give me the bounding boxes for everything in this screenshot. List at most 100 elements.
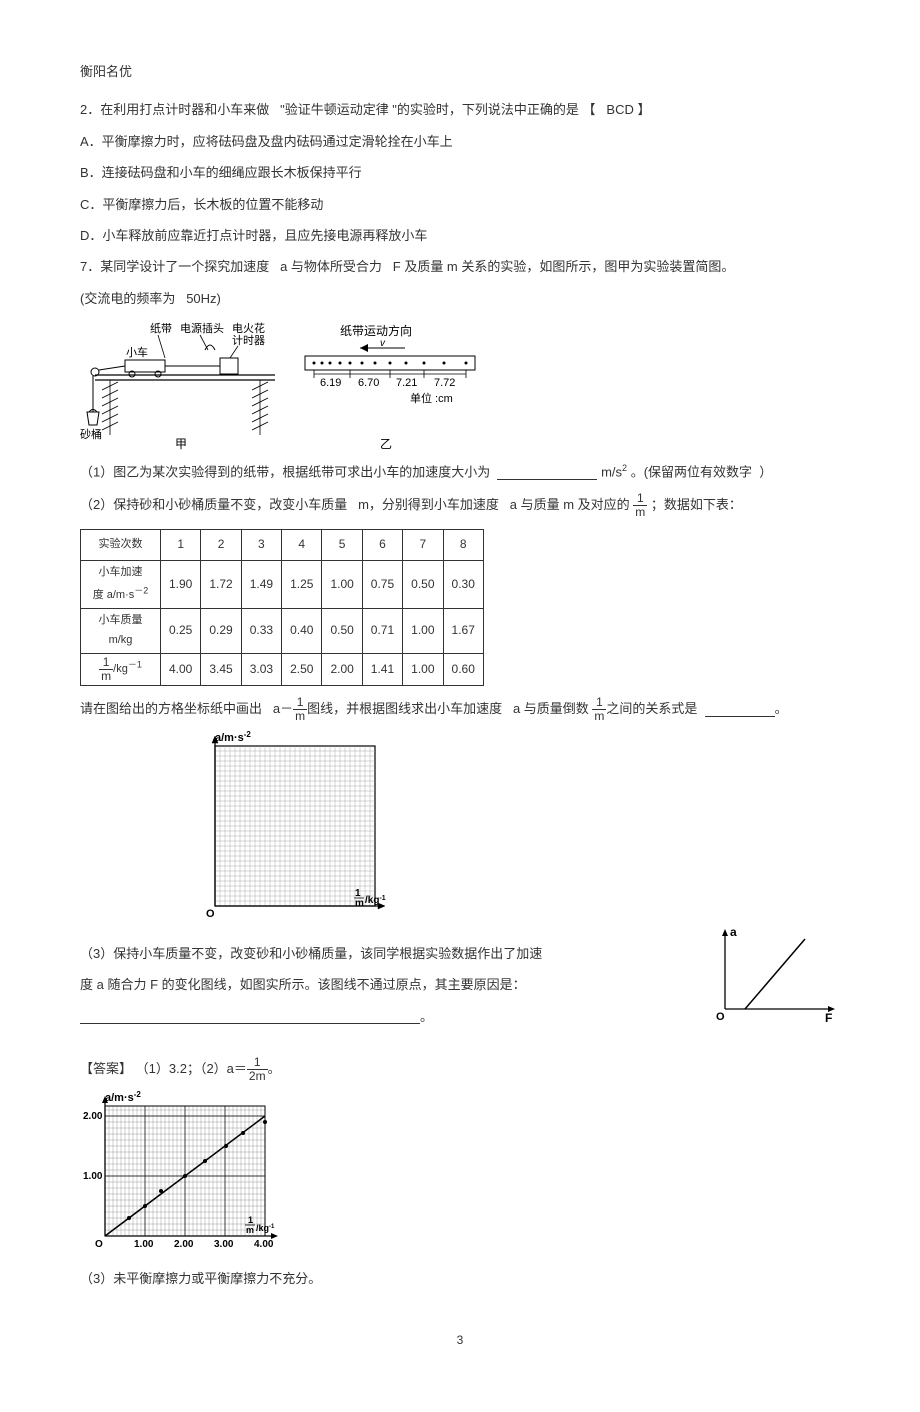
svg-text:v: v (380, 338, 386, 349)
q2-option-c: C．平衡摩擦力后，长木板的位置不能移动 (80, 193, 840, 216)
hdr-trial: 实验次数 (81, 530, 161, 561)
svg-text:3.00: 3.00 (214, 1239, 234, 1250)
q7-stem: 7．某同学设计了一个探究加速度 a 与物体所受合力 F 及质量 m 关系的实验，… (80, 255, 840, 278)
q7-stem-c-text: F 及质量 m 关系的实验，如图所示，图甲为实验装置简图。 (393, 259, 735, 274)
q7-p1b-text: m/s (601, 464, 622, 479)
q7-p3a: （3）保持小车质量不变，改变砂和小砂桶质量，该同学根据实验数据作出了加速 (80, 942, 670, 965)
hdr-invmass: 1m/kg－1 (81, 653, 161, 685)
q7-p2a: （2）保持砂和小砂桶质量不变，改变小车质量 (80, 497, 347, 512)
svg-text:1.00: 1.00 (83, 1171, 103, 1182)
q2-stem-a-text: 2．在利用打点计时器和小车来做 (80, 102, 269, 117)
svg-text:乙: 乙 (380, 437, 392, 450)
answer-a1: （1）3.2；（2）a＝ (136, 1061, 247, 1076)
cell: 4 (282, 530, 322, 561)
blank-relation[interactable] (705, 703, 775, 717)
blank-reason[interactable] (80, 1010, 420, 1024)
answer-plot: a/m·s-2 (80, 1091, 840, 1258)
svg-text:4.00: 4.00 (254, 1239, 274, 1250)
q7-p2j: 。 (775, 701, 788, 716)
cell: 1.00 (403, 609, 443, 654)
cell: 2.50 (282, 653, 322, 685)
q2-stem-b-text: "验证牛顿运动定律 "的实验时，下列说法中正确的是 (280, 102, 579, 117)
q7-stem-d: (交流电的频率为 50Hz) (80, 287, 840, 310)
cell: 1.49 (241, 560, 281, 608)
page-header: 衡阳名优 (80, 60, 840, 83)
q7-part2: （2）保持砂和小砂桶质量不变，改变小车质量 m，分别得到小车加速度 a 与质量 … (80, 492, 840, 519)
cell: 0.29 (201, 609, 241, 654)
cell: 3 (241, 530, 281, 561)
tape-diagram: 纸带运动方向 v 6.19 6.70 7.21 7.72 单位 :cm 乙 (300, 320, 480, 450)
q7-p2d: ；数据如下表： (651, 497, 742, 512)
svg-text:6.19: 6.19 (320, 377, 341, 389)
cell: 1.41 (362, 653, 402, 685)
cell: 2.00 (322, 653, 362, 685)
cell: 0.25 (161, 609, 201, 654)
svg-text:2.00: 2.00 (83, 1111, 103, 1122)
answer-label: 【答案】 (80, 1061, 132, 1076)
blank-accel[interactable] (497, 466, 597, 480)
q7-p1d-text: ） (759, 464, 772, 479)
q7-p2e: 请在图给出的方格坐标纸中画出 (80, 701, 262, 716)
svg-text:单位 :cm: 单位 :cm (410, 391, 453, 405)
cell: 1 (161, 530, 201, 561)
svg-text:甲: 甲 (175, 437, 187, 450)
svg-text:1.00: 1.00 (134, 1239, 154, 1250)
cell: 1.00 (322, 560, 362, 608)
frac-1m-2: 1m (293, 696, 307, 723)
table-row: 小车加速度 a/m·s－2 1.90 1.72 1.49 1.25 1.00 0… (81, 560, 484, 608)
q7-part1: （1）图乙为某次实验得到的纸带，根据纸带可求出小车的加速度大小为 m/s2 。(… (80, 460, 840, 484)
svg-text:6.70: 6.70 (358, 377, 379, 389)
cell: 5 (322, 530, 362, 561)
q7-p1a-text: （1）图乙为某次实验得到的纸带，根据纸带可求出小车的加速度大小为 (80, 464, 490, 479)
svg-text:纸带运动方向: 纸带运动方向 (340, 323, 412, 338)
table-row: 实验次数 1 2 3 4 5 6 7 8 (81, 530, 484, 561)
svg-text:O: O (716, 1011, 725, 1023)
q7-p2i: 之间的关系式是 (606, 701, 697, 716)
frac-1m-1: 1m (633, 492, 647, 519)
q7-p2h: a 与质量倒数 (513, 701, 589, 716)
cell: 6 (362, 530, 402, 561)
svg-text:a/m·s-2: a/m·s-2 (105, 1091, 141, 1104)
svg-text:计时器: 计时器 (232, 334, 265, 347)
cell: 1.00 (403, 653, 443, 685)
q7-p2c: a 与质量 m 及对应的 (510, 497, 630, 512)
q7-stem-b-text: a 与物体所受合力 (280, 259, 382, 274)
frac-1-2m: 12m (247, 1056, 268, 1083)
q2-option-d: D．小车释放前应靠近打点计时器，且应先接电源再释放小车 (80, 224, 840, 247)
svg-text:砂桶: 砂桶 (80, 427, 102, 441)
svg-text:/kg-1: /kg-1 (256, 1223, 275, 1233)
cell: 8 (443, 530, 483, 561)
svg-text:电火花: 电火花 (232, 322, 265, 335)
q7-p3c: 。 (420, 1009, 433, 1024)
data-table: 实验次数 1 2 3 4 5 6 7 8 小车加速度 a/m·s－2 1.90 … (80, 529, 484, 686)
svg-text:a/m·s-2: a/m·s-2 (215, 731, 251, 744)
cell: 0.60 (443, 653, 483, 685)
bracket-right: 】 (637, 102, 650, 117)
q2-stem: 2．在利用打点计时器和小车来做 "验证牛顿运动定律 "的实验时，下列说法中正确的… (80, 98, 840, 121)
blank-grid: a/m·s-2 (200, 731, 840, 928)
cell: 1.90 (161, 560, 201, 608)
answer-a3: （3）未平衡摩擦力或平衡摩擦力不充分。 (80, 1267, 840, 1290)
q7-p2g: 图线，并根据图线求出小车加速度 (307, 701, 502, 716)
cell: 0.50 (403, 560, 443, 608)
cell: 0.71 (362, 609, 402, 654)
q2-option-a: A．平衡摩擦力时，应将砝码盘及盘内砝码通过定滑轮拴在小车上 (80, 130, 840, 153)
q7-p2f: a－ (273, 701, 293, 716)
a-f-graph: a F O (710, 924, 840, 1024)
bracket-left: 【 (583, 102, 596, 117)
svg-text:m: m (246, 1225, 254, 1235)
page-number: 3 (80, 1330, 840, 1352)
frac-1m-3: 1m (592, 696, 606, 723)
cell: 0.75 (362, 560, 402, 608)
q2-answer: BCD (606, 102, 633, 117)
cell: 1.72 (201, 560, 241, 608)
q7-stem-d-text: (交流电的频率为 (80, 291, 175, 306)
hdr-mass: 小车质量m/kg (81, 609, 161, 654)
cell: 0.30 (443, 560, 483, 608)
answer-a1-end: 。 (268, 1061, 281, 1076)
svg-text:小车: 小车 (126, 345, 148, 359)
cell: 2 (201, 530, 241, 561)
cell: 0.33 (241, 609, 281, 654)
svg-text:纸带: 纸带 (150, 322, 172, 335)
q7-stem-a-text: 7．某同学设计了一个探究加速度 (80, 259, 269, 274)
